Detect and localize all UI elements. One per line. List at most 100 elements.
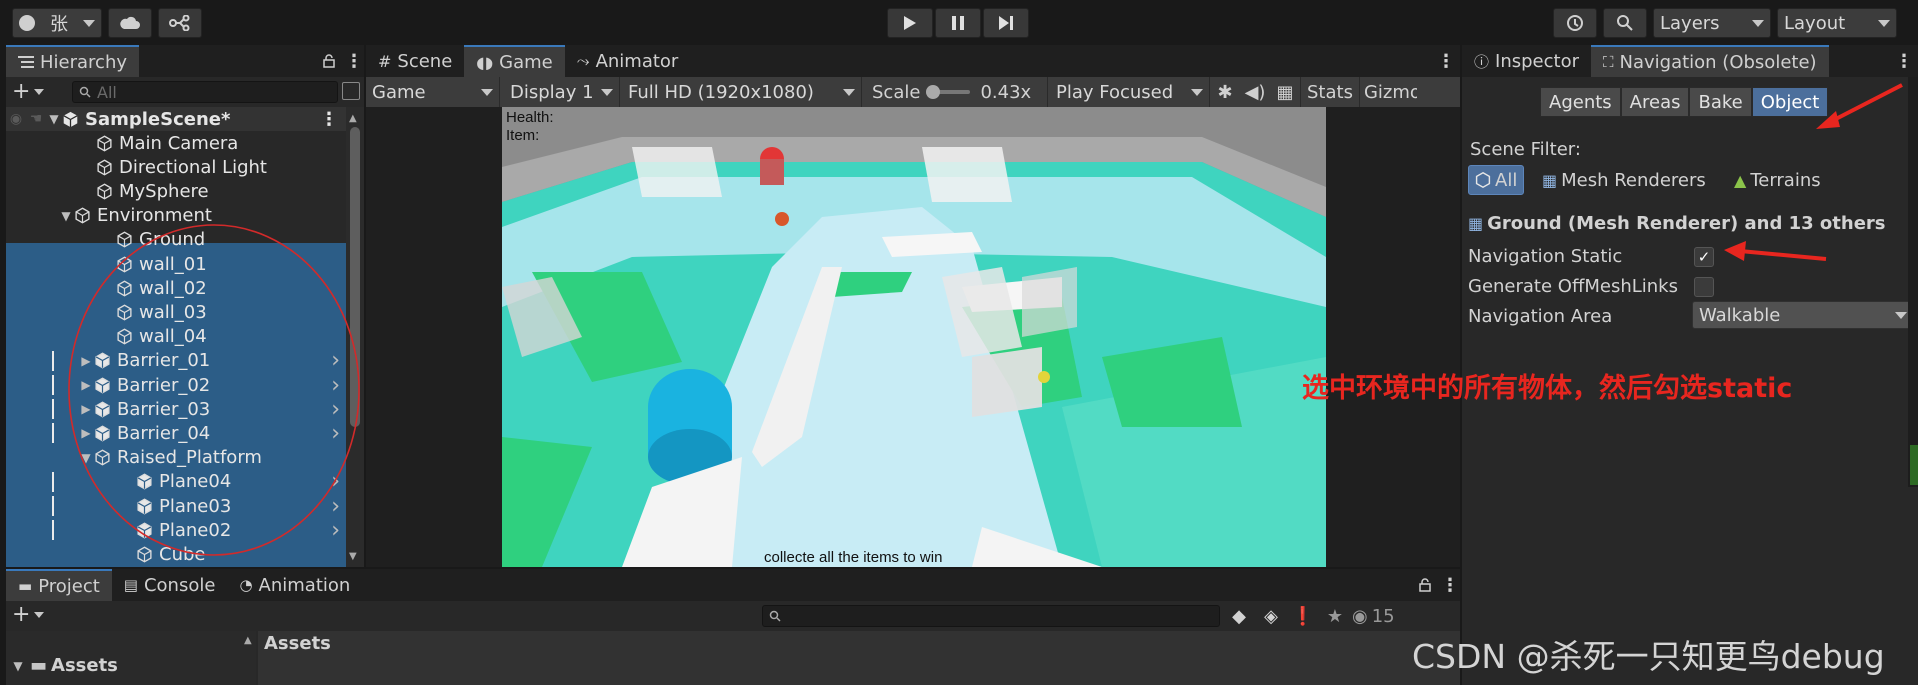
tab-animation[interactable]: ◔ Animation xyxy=(227,569,362,601)
keyboard-button[interactable]: ▦ xyxy=(1270,77,1300,107)
game-viewport[interactable]: Health: Item: collecte all the items to … xyxy=(502,107,1326,567)
stats-button[interactable]: Stats xyxy=(1300,77,1359,107)
scale-control[interactable]: Scale 0.43x xyxy=(862,77,1048,107)
navigation-area-dropdown[interactable]: Walkable xyxy=(1692,301,1914,329)
project-tree: ▼ ▬ Assets ▲ xyxy=(6,631,256,685)
tab-navigation[interactable]: ⛶ Navigation (Obsolete) xyxy=(1590,45,1829,77)
lock-icon[interactable] xyxy=(314,45,344,77)
pause-button[interactable] xyxy=(935,8,981,38)
scene-filter-label: Scene Filter: xyxy=(1470,139,1581,160)
layers-dropdown[interactable]: Layers xyxy=(1653,8,1771,38)
main-toolbar: 张 Layers Layout xyxy=(0,0,1918,45)
search-button[interactable] xyxy=(1603,8,1647,38)
animator-icon: ⤳ xyxy=(576,51,590,70)
folder-icon: ▬ xyxy=(18,577,33,595)
game-view-dropdown[interactable]: Game xyxy=(366,77,500,107)
prefab-override-bar xyxy=(52,375,54,395)
collab-button[interactable] xyxy=(158,8,202,38)
mute-audio-button[interactable]: ◀) xyxy=(1240,77,1270,107)
expand-triangle-icon[interactable]: ▼ xyxy=(10,659,26,673)
expand-triangle-icon[interactable]: ▼ xyxy=(46,112,62,126)
scene-visibility-toggle-icon[interactable] xyxy=(342,82,360,100)
speaker-icon: ◀) xyxy=(1244,81,1266,103)
play-button[interactable] xyxy=(887,8,933,38)
hierarchy-search-input[interactable]: All xyxy=(72,81,338,103)
resolution-label: Full HD (1920x1080) xyxy=(628,81,814,103)
console-icon: ▤ xyxy=(123,576,138,594)
step-icon xyxy=(999,16,1013,30)
tab-hierarchy[interactable]: Hierarchy xyxy=(6,45,140,77)
areas-button[interactable]: Areas xyxy=(1620,87,1690,117)
game-toolbar: Game Display 1 Full HD (1920x1080) Scale… xyxy=(366,77,1460,107)
gizmos-button[interactable]: Gizmo xyxy=(1358,77,1417,107)
assets-tree-item[interactable]: ▼ ▬ Assets xyxy=(10,655,118,676)
hierarchy-item[interactable]: MySphere xyxy=(6,179,346,203)
tab-inspector-label: Inspector xyxy=(1495,50,1579,72)
history-button[interactable] xyxy=(1553,8,1597,38)
hidden-packages-toggle[interactable]: ◉ 15 xyxy=(1352,603,1395,629)
kebab-menu-icon[interactable]: ⋮ xyxy=(1890,45,1918,77)
offmesh-checkbox[interactable] xyxy=(1694,277,1714,297)
assets-tree-label: Assets xyxy=(51,655,118,676)
step-button[interactable] xyxy=(983,8,1029,38)
eye-icon[interactable]: ◉ xyxy=(6,111,26,127)
filter-terrains-button[interactable]: ▲ Terrains xyxy=(1734,165,1821,195)
warning-filter-button[interactable]: ❗ xyxy=(1288,603,1318,629)
tab-console[interactable]: ▤ Console xyxy=(112,569,228,601)
tab-inspector[interactable]: ⓘ Inspector xyxy=(1462,45,1591,77)
scale-slider-knob[interactable] xyxy=(926,85,941,99)
tab-scene[interactable]: # Scene xyxy=(366,45,464,77)
agents-label: Agents xyxy=(1549,91,1612,113)
navigation-static-checkbox[interactable]: ✓ xyxy=(1694,247,1714,267)
display-dropdown[interactable]: Display 1 xyxy=(500,77,620,107)
hierarchy-item[interactable]: Directional Light xyxy=(6,155,346,179)
cloud-button[interactable] xyxy=(108,8,152,38)
kebab-menu-icon[interactable]: ⋮ xyxy=(320,109,338,130)
search-label-button[interactable]: ◈ xyxy=(1256,603,1286,629)
tab-animator-label: Animator xyxy=(595,50,679,72)
scene-row[interactable]: ◉ ☚ ▼ SampleScene* ⋮ xyxy=(6,107,346,131)
kebab-menu-icon[interactable]: ⋮ xyxy=(1440,569,1460,601)
project-search-input[interactable] xyxy=(762,605,1220,627)
create-asset-dropdown[interactable]: + xyxy=(12,602,45,627)
hierarchy-item-label: Directional Light xyxy=(119,156,267,178)
search-type-button[interactable]: ◆ xyxy=(1224,603,1254,629)
layout-dropdown[interactable]: Layout xyxy=(1777,8,1897,38)
agents-button[interactable]: Agents xyxy=(1540,87,1621,117)
scroll-up-icon[interactable]: ▲ xyxy=(349,113,357,124)
filter-all-button[interactable]: All xyxy=(1468,165,1525,195)
bug-button[interactable]: ✱ xyxy=(1210,77,1240,107)
kebab-menu-icon[interactable]: ⋮ xyxy=(1432,45,1460,77)
panel-edge xyxy=(1908,77,1918,487)
hierarchy-item[interactable]: Main Camera xyxy=(6,131,346,155)
lock-icon[interactable] xyxy=(1410,569,1440,601)
account-dropdown[interactable]: 张 xyxy=(12,8,102,38)
tab-project[interactable]: ▬ Project xyxy=(6,569,112,601)
resolution-dropdown[interactable]: Full HD (1920x1080) xyxy=(620,77,862,107)
prefab-override-bar xyxy=(52,496,54,516)
plus-icon: + xyxy=(12,602,31,627)
grid-icon: # xyxy=(378,51,392,71)
bake-button[interactable]: Bake xyxy=(1689,87,1752,117)
tab-animator[interactable]: ⤳ Animator xyxy=(565,45,691,77)
play-mode-dropdown[interactable]: Play Focused xyxy=(1048,77,1210,107)
pick-icon[interactable]: ☚ xyxy=(26,111,46,127)
scale-slider[interactable] xyxy=(926,85,971,99)
pause-icon xyxy=(952,16,964,30)
selection-title: Ground (Mesh Renderer) and 13 others xyxy=(1487,213,1886,234)
tab-game[interactable]: ◖◗ Game xyxy=(464,45,565,77)
chevron-down-icon xyxy=(1752,19,1764,27)
version-control-icon xyxy=(169,15,190,31)
favorite-button[interactable]: ★ xyxy=(1320,603,1350,629)
kebab-menu-icon[interactable]: ⋮ xyxy=(344,45,364,77)
layers-label: Layers xyxy=(1660,12,1720,34)
inspector-tabbar: ⓘ Inspector ⛶ Navigation (Obsolete) ⋮ xyxy=(1462,45,1918,77)
create-dropdown[interactable]: + xyxy=(12,81,60,103)
assets-header: Assets xyxy=(264,633,331,654)
assets-content: Assets xyxy=(258,631,1460,685)
prefab-override-bar xyxy=(52,471,54,492)
display-label: Display 1 xyxy=(510,81,594,103)
scroll-up-icon[interactable]: ▲ xyxy=(244,635,252,646)
filter-mesh-renderers-button[interactable]: ▦ Mesh Renderers xyxy=(1542,165,1706,195)
folder-icon: ▬ xyxy=(30,655,48,676)
